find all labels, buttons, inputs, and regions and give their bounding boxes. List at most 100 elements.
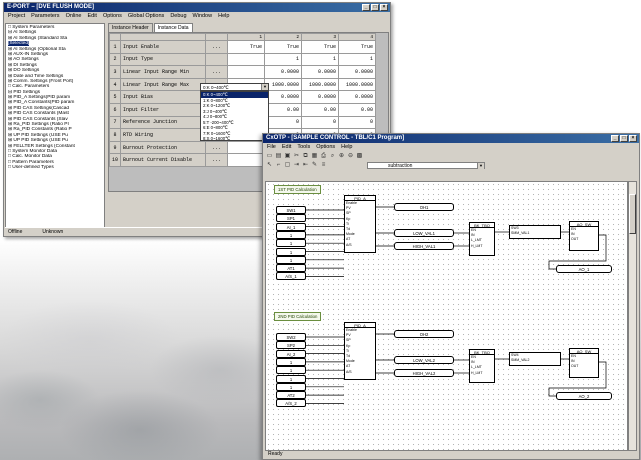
align-icon[interactable]: ≡ [320, 162, 327, 169]
tree-item[interactable]: □ User-defined Types [8, 165, 102, 170]
block-pin[interactable]: OUT [570, 237, 598, 242]
ellipsis-button[interactable]: ... [205, 153, 229, 167]
input-variable[interactable]: 1 [276, 366, 306, 375]
open-icon[interactable]: ▤ [275, 153, 282, 160]
parameter-value[interactable]: 0.0000 [301, 90, 340, 104]
menu-item[interactable]: Parameters [31, 12, 59, 21]
parameter-value[interactable]: 1000.0000 [301, 77, 340, 92]
menu-item[interactable]: Help [218, 12, 229, 21]
ellipsis-button[interactable]: ... [205, 40, 229, 54]
input-variable[interactable]: 1 [276, 357, 306, 366]
parameter-value[interactable]: 0.0000 [264, 90, 303, 104]
block-pin[interactable]: A/S [345, 370, 375, 375]
output-variable[interactable]: OH2 [394, 330, 454, 338]
parameter-value[interactable]: 1000.0000 [338, 77, 377, 92]
parameter-value[interactable] [227, 65, 266, 79]
input-variable[interactable]: SW2 [276, 333, 306, 341]
input-variable[interactable]: A/S_1 [276, 272, 306, 281]
menu-item[interactable]: Options [316, 143, 335, 152]
parameter-value[interactable]: 0 [338, 115, 377, 130]
minimize-icon[interactable]: _ [611, 135, 619, 142]
save-icon[interactable]: ▣ [284, 153, 291, 160]
input-variable[interactable]: SP2 [276, 341, 306, 350]
zoom-out-icon[interactable]: ⊖ [347, 153, 354, 160]
block-pin[interactable]: A/S [345, 243, 375, 248]
parameter-value[interactable] [227, 153, 266, 167]
parameter-value[interactable]: 0.0000 [264, 65, 303, 79]
parameter-value[interactable]: 0.00 [301, 102, 340, 117]
output-variable[interactable]: LOW_VAL2 [394, 356, 454, 364]
input-variable[interactable]: A/S_2 [276, 399, 306, 408]
menu-item[interactable]: Edit [87, 12, 96, 21]
paste-icon[interactable]: ▦ [311, 153, 318, 160]
maximize-icon[interactable]: □ [620, 135, 628, 142]
maximize-icon[interactable]: □ [371, 4, 379, 11]
new-icon[interactable]: ▭ [266, 153, 273, 160]
copy-icon[interactable]: ⧉ [302, 153, 309, 160]
parameter-value[interactable]: True [301, 40, 340, 54]
output-terminal[interactable]: AO_2 [556, 392, 612, 400]
input-variable[interactable]: AT2 [276, 391, 306, 400]
pid-block[interactable]: PID_A Enable PV SP Kp Ti Td Mode AT A/S [344, 322, 376, 380]
input-variable[interactable]: SW1 [276, 206, 306, 214]
parameter-tree[interactable]: □ System Parameters ⊟ AI Settings ⊞ AI S… [5, 23, 105, 228]
parameter-value[interactable]: 0 [301, 115, 340, 130]
comment-icon[interactable]: ✎ [311, 162, 318, 169]
parameter-value[interactable]: 0.0000 [301, 65, 340, 79]
close-icon[interactable]: × [629, 135, 637, 142]
ellipsis-button[interactable]: ... [205, 140, 229, 155]
chevron-down-icon[interactable]: ▼ [261, 84, 268, 90]
menu-item[interactable]: Options [103, 12, 122, 21]
parameter-value[interactable]: True [338, 40, 377, 54]
output-variable[interactable]: HIGH_VAL1 [394, 242, 454, 250]
input-variable[interactable]: 1 [276, 230, 306, 239]
output-terminal[interactable]: AO_1 [556, 265, 612, 273]
parameter-value[interactable]: 1 [301, 52, 340, 67]
input-type-select[interactable]: 0:K 0~400℃ ▼ [200, 83, 269, 91]
zoom-in-icon[interactable]: ⊕ [338, 153, 345, 160]
menu-item[interactable]: Window [193, 12, 213, 21]
print-icon[interactable]: ⎙ [320, 153, 327, 160]
grid-icon[interactable]: ▩ [356, 153, 363, 160]
input-variable[interactable]: 1 [276, 382, 306, 391]
input-variable[interactable]: 1 [276, 374, 306, 383]
output-icon[interactable]: ⇤ [302, 162, 309, 169]
limit-block[interactable]: BK_TBO EN IN L_LMT H_LMT [469, 222, 495, 256]
input-icon[interactable]: ⇥ [293, 162, 300, 169]
block-icon[interactable]: ▢ [284, 162, 291, 169]
parameter-value[interactable]: 1 [264, 52, 303, 67]
pid-block[interactable]: PID_A Enable PV SP Kp Ti Td Mode AT A/S [344, 195, 376, 253]
tab-instance-header[interactable]: Instance Header [108, 23, 153, 32]
output-variable[interactable]: LOW_VAL1 [394, 229, 454, 237]
parameter-value[interactable]: 0 [264, 115, 303, 130]
output-variable[interactable]: HIGH_VAL2 [394, 369, 454, 377]
output-variable[interactable]: OH1 [394, 203, 454, 211]
comment-box[interactable]: 1ST PID Calculation [274, 185, 321, 194]
block-pin[interactable]: H_LMT [470, 371, 494, 376]
tab-instance-data[interactable]: Instance Data [153, 23, 193, 32]
compare-block[interactable]: SW3 SMM_VAL1 [509, 225, 561, 239]
parameter-value[interactable]: 0.0000 [338, 65, 377, 79]
parameter-value[interactable]: 0.00 [338, 102, 377, 117]
menu-item[interactable]: Debug [170, 12, 186, 21]
window1-titlebar[interactable]: E-PORT – [DVE FLUSH MODE] _ □ × [4, 3, 390, 12]
menu-item[interactable]: Tools [297, 143, 310, 152]
parameter-value[interactable]: True [264, 40, 303, 54]
comment-box[interactable]: 2ND PID Calculation [274, 312, 322, 321]
minimize-icon[interactable]: _ [362, 4, 370, 11]
input-variable[interactable]: AI_1 [276, 222, 306, 231]
input-variable[interactable]: AI_2 [276, 349, 306, 358]
limit-block[interactable]: BK_TBO EN IN L_LMT H_LMT [469, 349, 495, 383]
parameter-value[interactable] [227, 140, 266, 155]
block-pin[interactable]: OUT [570, 364, 598, 369]
cut-icon[interactable]: ✂ [293, 153, 300, 160]
parameter-value[interactable]: 1000.0000 [264, 77, 303, 92]
ellipsis-button[interactable]: ... [205, 65, 229, 79]
ellipsis-button[interactable] [205, 52, 229, 67]
function-select[interactable]: subtraction ▼ [367, 162, 485, 169]
menu-item[interactable]: Edit [282, 143, 291, 152]
input-variable[interactable]: SP1 [276, 214, 306, 223]
menu-item[interactable]: File [267, 143, 276, 152]
scroll-thumb[interactable] [629, 194, 636, 234]
input-variable[interactable]: 1 [276, 255, 306, 264]
